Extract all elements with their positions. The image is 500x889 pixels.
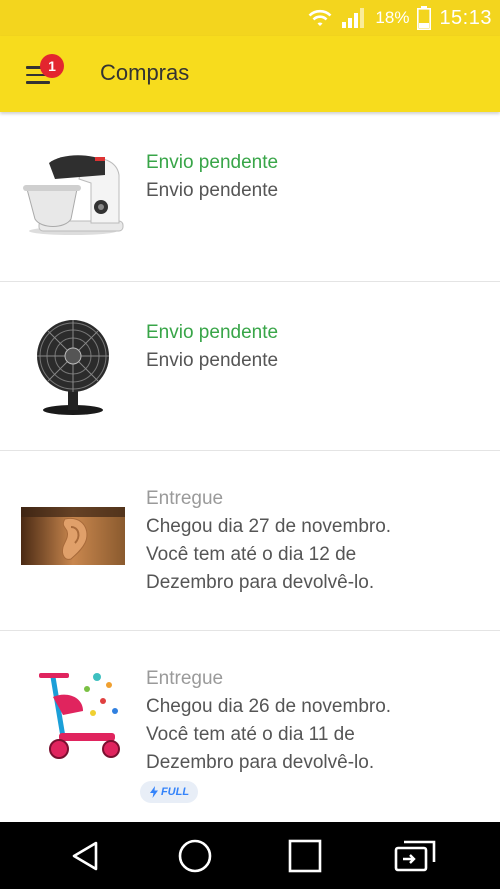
- purchase-status: Envio pendente: [146, 152, 279, 173]
- status-icons: 18% 15:13: [307, 6, 492, 30]
- menu-button[interactable]: 1: [22, 54, 66, 94]
- purchases-list: Envio pendente Envio pendente Envio pend…: [0, 112, 500, 822]
- wifi-icon: [308, 9, 332, 26]
- purchase-description-line: Você tem até o dia 11 de: [146, 724, 355, 745]
- purchase-description-line: Dezembro para devolvê-lo.: [146, 572, 375, 593]
- purchase-description-line: Você tem até o dia 12 de: [146, 544, 357, 565]
- home-button[interactable]: [170, 834, 220, 878]
- battery-icon: [417, 6, 432, 30]
- full-badge-label: FULL: [160, 786, 190, 798]
- purchase-status: Envio pendente: [146, 322, 279, 343]
- back-icon: [72, 841, 98, 871]
- recents-icon: [288, 839, 322, 873]
- lightning-icon: [149, 786, 158, 798]
- purchase-item[interactable]: Envio pendente Envio pendente: [0, 282, 500, 451]
- table-fan-image: [20, 316, 126, 416]
- clock: 15:13: [439, 6, 492, 29]
- kids-scooter-image: [20, 667, 126, 763]
- back-button[interactable]: [60, 834, 110, 878]
- notification-badge: 1: [40, 54, 64, 78]
- battery-percent: 18%: [375, 8, 410, 27]
- home-icon: [178, 839, 212, 873]
- app-bar: 1 Compras: [0, 36, 500, 112]
- purchase-description: Envio pendente: [146, 180, 279, 201]
- purchase-item[interactable]: Entregue Chegou dia 27 de novembro. Você…: [0, 451, 500, 631]
- switch-app-icon: [394, 840, 436, 872]
- full-badge: FULL: [140, 781, 198, 803]
- purchase-item[interactable]: Entregue Chegou dia 26 de novembro. Você…: [0, 631, 500, 822]
- stand-mixer-image: [20, 148, 126, 238]
- status-bar: 18% 15:13: [0, 0, 500, 36]
- purchase-status: Entregue: [146, 488, 224, 509]
- purchase-description-line: Chegou dia 26 de novembro.: [146, 696, 392, 717]
- purchase-description-line: Dezembro para devolvê-lo.: [146, 752, 375, 773]
- switch-app-button[interactable]: [390, 834, 440, 878]
- signal-icon: [342, 8, 365, 28]
- purchase-item[interactable]: Envio pendente Envio pendente: [0, 112, 500, 282]
- ear-product-image: [21, 507, 125, 565]
- purchase-description: Envio pendente: [146, 350, 279, 371]
- page-title: Compras: [100, 60, 190, 85]
- navigation-bar: [0, 822, 500, 889]
- purchase-status: Entregue: [146, 668, 224, 689]
- purchase-description-line: Chegou dia 27 de novembro.: [146, 516, 392, 537]
- recents-button[interactable]: [280, 834, 330, 878]
